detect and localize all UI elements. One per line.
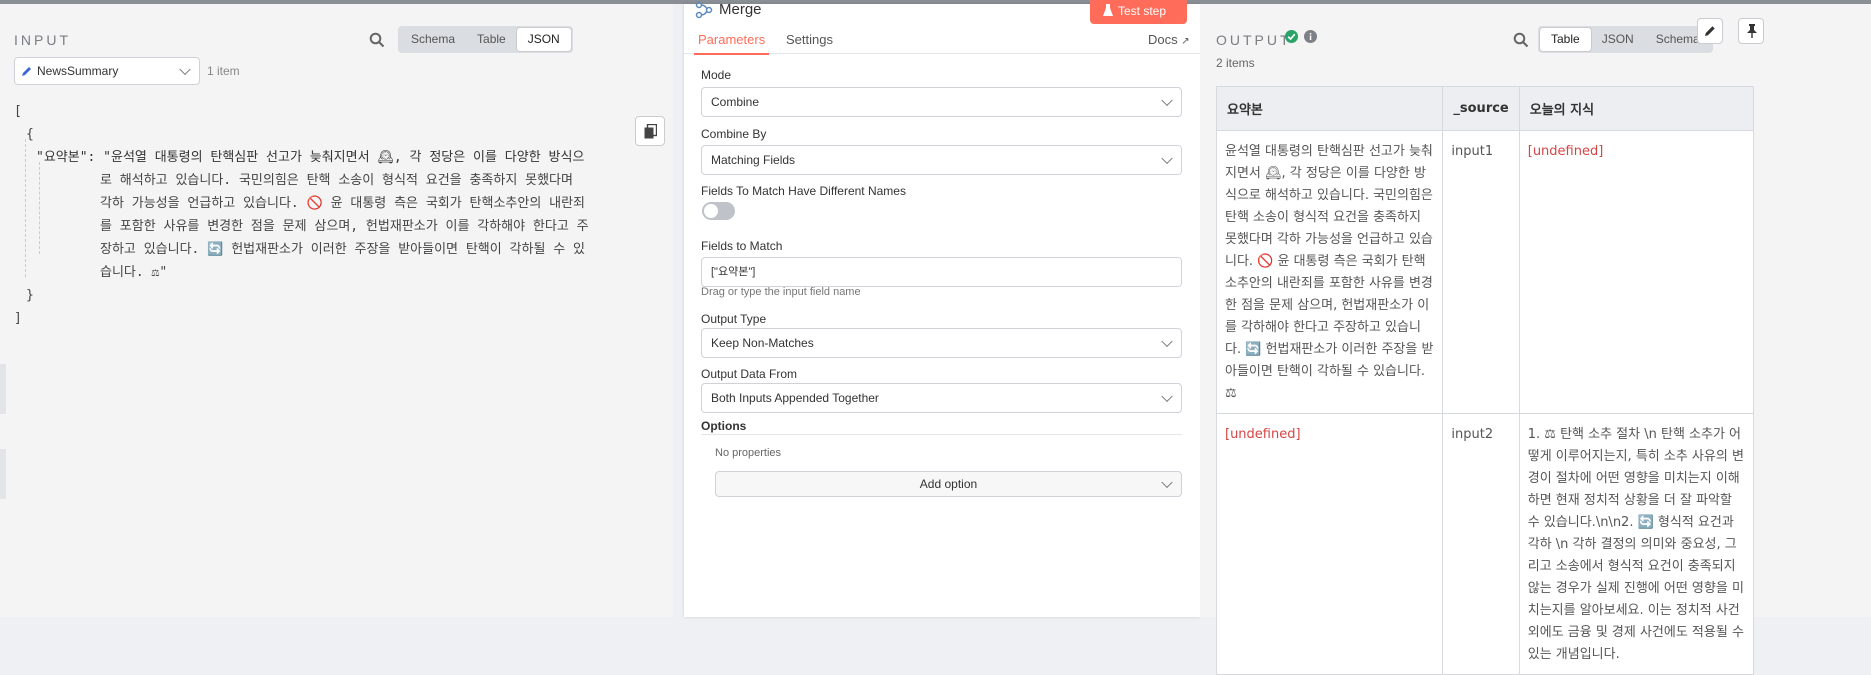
mode-select[interactable]: Combine xyxy=(701,87,1182,117)
output-panel: OUTPUT Table JSON Schema 2 items 요약본 _so… xyxy=(1200,4,1871,675)
json-line: 습니다. ⚖" xyxy=(100,265,168,280)
no-properties-text: No properties xyxy=(715,447,782,459)
search-icon[interactable] xyxy=(369,32,385,48)
column-header[interactable]: 요약본 xyxy=(1215,86,1444,131)
info-icon[interactable] xyxy=(1304,30,1317,43)
tab-settings[interactable]: Settings xyxy=(786,32,833,47)
panel-resize-handle[interactable] xyxy=(0,364,6,414)
output-data-from-label: Output Data From xyxy=(701,367,798,381)
pencil-icon xyxy=(22,67,31,76)
tab-parameters[interactable]: Parameters xyxy=(694,32,770,55)
json-line: 를 포함한 사유를 변경한 점을 문제 삼으며, 헌법재판소가 이를 각하해야 … xyxy=(100,219,589,234)
json-line: [ xyxy=(14,104,22,119)
chevron-down-icon xyxy=(1161,476,1173,489)
different-names-label: Fields To Match Have Different Names xyxy=(701,184,906,198)
table-cell: [undefined] xyxy=(1518,130,1755,414)
options-divider xyxy=(701,434,1182,435)
add-option-label: Add option xyxy=(919,477,978,491)
table-row: 윤석열 대통령의 탄핵심판 선고가 늦춰지면서 🕰, 각 정당은 이를 다양한 … xyxy=(1215,130,1755,414)
table-row: [undefined] input2 1. ⚖ 탄핵 소추 절차 \n 탄핵 소… xyxy=(1215,413,1755,675)
output-item-count: 2 items xyxy=(1216,56,1255,70)
tab-table[interactable]: Table xyxy=(466,28,517,51)
input-node-select-value: NewsSummary xyxy=(37,64,119,78)
output-data-from-value: Both Inputs Appended Together xyxy=(711,391,879,405)
input-item-count: 1 item xyxy=(207,64,240,78)
pin-icon xyxy=(1747,24,1757,38)
mode-value: Combine xyxy=(711,95,760,109)
json-line: } xyxy=(26,288,34,303)
test-step-label: Test step xyxy=(1118,4,1167,18)
test-step-button[interactable]: Test step xyxy=(1090,0,1187,24)
chevron-down-icon xyxy=(1161,152,1173,165)
output-type-select[interactable]: Keep Non-Matches xyxy=(701,328,1182,358)
table-cell: input2 xyxy=(1442,413,1520,675)
output-view-tabs: Table JSON Schema xyxy=(1538,26,1713,53)
node-title: Merge xyxy=(719,1,762,18)
input-node-select[interactable]: NewsSummary xyxy=(14,57,200,85)
chevron-down-icon xyxy=(179,63,191,76)
search-icon[interactable] xyxy=(1513,32,1529,48)
output-type-value: Keep Non-Matches xyxy=(711,336,814,350)
chevron-down-icon xyxy=(1161,94,1173,107)
add-option-select[interactable]: Add option xyxy=(715,471,1182,497)
output-table: 요약본 _source 오늘의 지식 윤석열 대통령의 탄핵심판 선고가 늦춰지… xyxy=(1215,86,1755,675)
fields-to-match-hint: Drag or type the input field name xyxy=(701,286,861,298)
tab-table[interactable]: Table xyxy=(1540,28,1591,51)
table-cell: [undefined] xyxy=(1215,413,1444,675)
pencil-icon xyxy=(1705,26,1715,36)
table-header-row: 요약본 _source 오늘의 지식 xyxy=(1215,86,1755,131)
different-names-toggle[interactable] xyxy=(702,202,735,220)
input-title: INPUT xyxy=(14,32,71,48)
output-type-label: Output Type xyxy=(701,312,767,326)
success-check-icon xyxy=(1285,30,1298,43)
flask-icon xyxy=(1103,4,1113,16)
table-cell: input1 xyxy=(1442,130,1520,414)
pin-data-button[interactable] xyxy=(1738,18,1764,44)
mode-label: Mode xyxy=(701,68,732,82)
panel-resize-handle[interactable] xyxy=(0,449,6,499)
external-link-icon: ↗ xyxy=(1181,36,1190,47)
docs-link[interactable]: Docs ↗ xyxy=(1148,32,1190,47)
node-parameters-panel: Merge Test step Parameters Settings Docs… xyxy=(684,0,1200,617)
json-line: 장하고 있습니다. 🔄 헌법재판소가 이러한 주장을 받아들이면 탄핵이 각하될… xyxy=(100,242,585,257)
json-line: 로 해석하고 있습니다. 국민의힘은 탄핵 소송이 형식적 요건을 충족하지 못… xyxy=(100,173,573,188)
table-cell: 1. ⚖ 탄핵 소추 절차 \n 탄핵 소추가 어떻게 이루어지는지, 특히 소… xyxy=(1518,413,1755,675)
combine-by-select[interactable]: Matching Fields xyxy=(701,145,1182,175)
combine-by-value: Matching Fields xyxy=(711,153,796,167)
chevron-down-icon xyxy=(1161,335,1173,348)
column-header[interactable]: 오늘의 지식 xyxy=(1518,86,1755,131)
input-view-tabs: Schema Table JSON xyxy=(398,26,573,53)
toggle-knob xyxy=(704,204,718,218)
table-cell: 윤석열 대통령의 탄핵심판 선고가 늦춰지면서 🕰, 각 정당은 이를 다양한 … xyxy=(1215,130,1444,414)
fields-to-match-value: ["요약본"] xyxy=(711,266,756,278)
fields-to-match-label: Fields to Match xyxy=(701,239,783,253)
combine-by-label: Combine By xyxy=(701,127,767,141)
merge-icon xyxy=(695,1,713,19)
output-title: OUTPUT xyxy=(1216,32,1292,48)
json-line: 각하 가능성을 언급하고 있습니다. 🚫 윤 대통령 측은 국회가 탄핵소추안의… xyxy=(100,196,585,211)
fields-to-match-input[interactable]: ["요약본"] xyxy=(701,257,1182,287)
input-panel: INPUT Schema Table JSON NewsSummary 1 it… xyxy=(0,4,673,617)
tab-json[interactable]: JSON xyxy=(516,28,571,51)
options-label: Options xyxy=(701,419,747,433)
tab-json[interactable]: JSON xyxy=(1591,28,1645,51)
json-line: "요약본": "윤석열 대통령의 탄핵심판 선고가 늦춰지면서 🕰, 각 정당은… xyxy=(36,150,585,165)
docs-label: Docs xyxy=(1148,32,1178,47)
tab-schema[interactable]: Schema xyxy=(400,28,466,51)
chevron-down-icon xyxy=(1161,390,1173,403)
column-header[interactable]: _source xyxy=(1442,86,1520,131)
json-view: [ { "요약본": "윤석열 대통령의 탄핵심판 선고가 늦춰지면서 🕰, 각… xyxy=(14,104,674,346)
output-data-from-select[interactable]: Both Inputs Appended Together xyxy=(701,383,1182,413)
json-line: { xyxy=(26,127,34,142)
edit-output-button[interactable] xyxy=(1697,18,1723,44)
json-line: ] xyxy=(14,311,22,326)
